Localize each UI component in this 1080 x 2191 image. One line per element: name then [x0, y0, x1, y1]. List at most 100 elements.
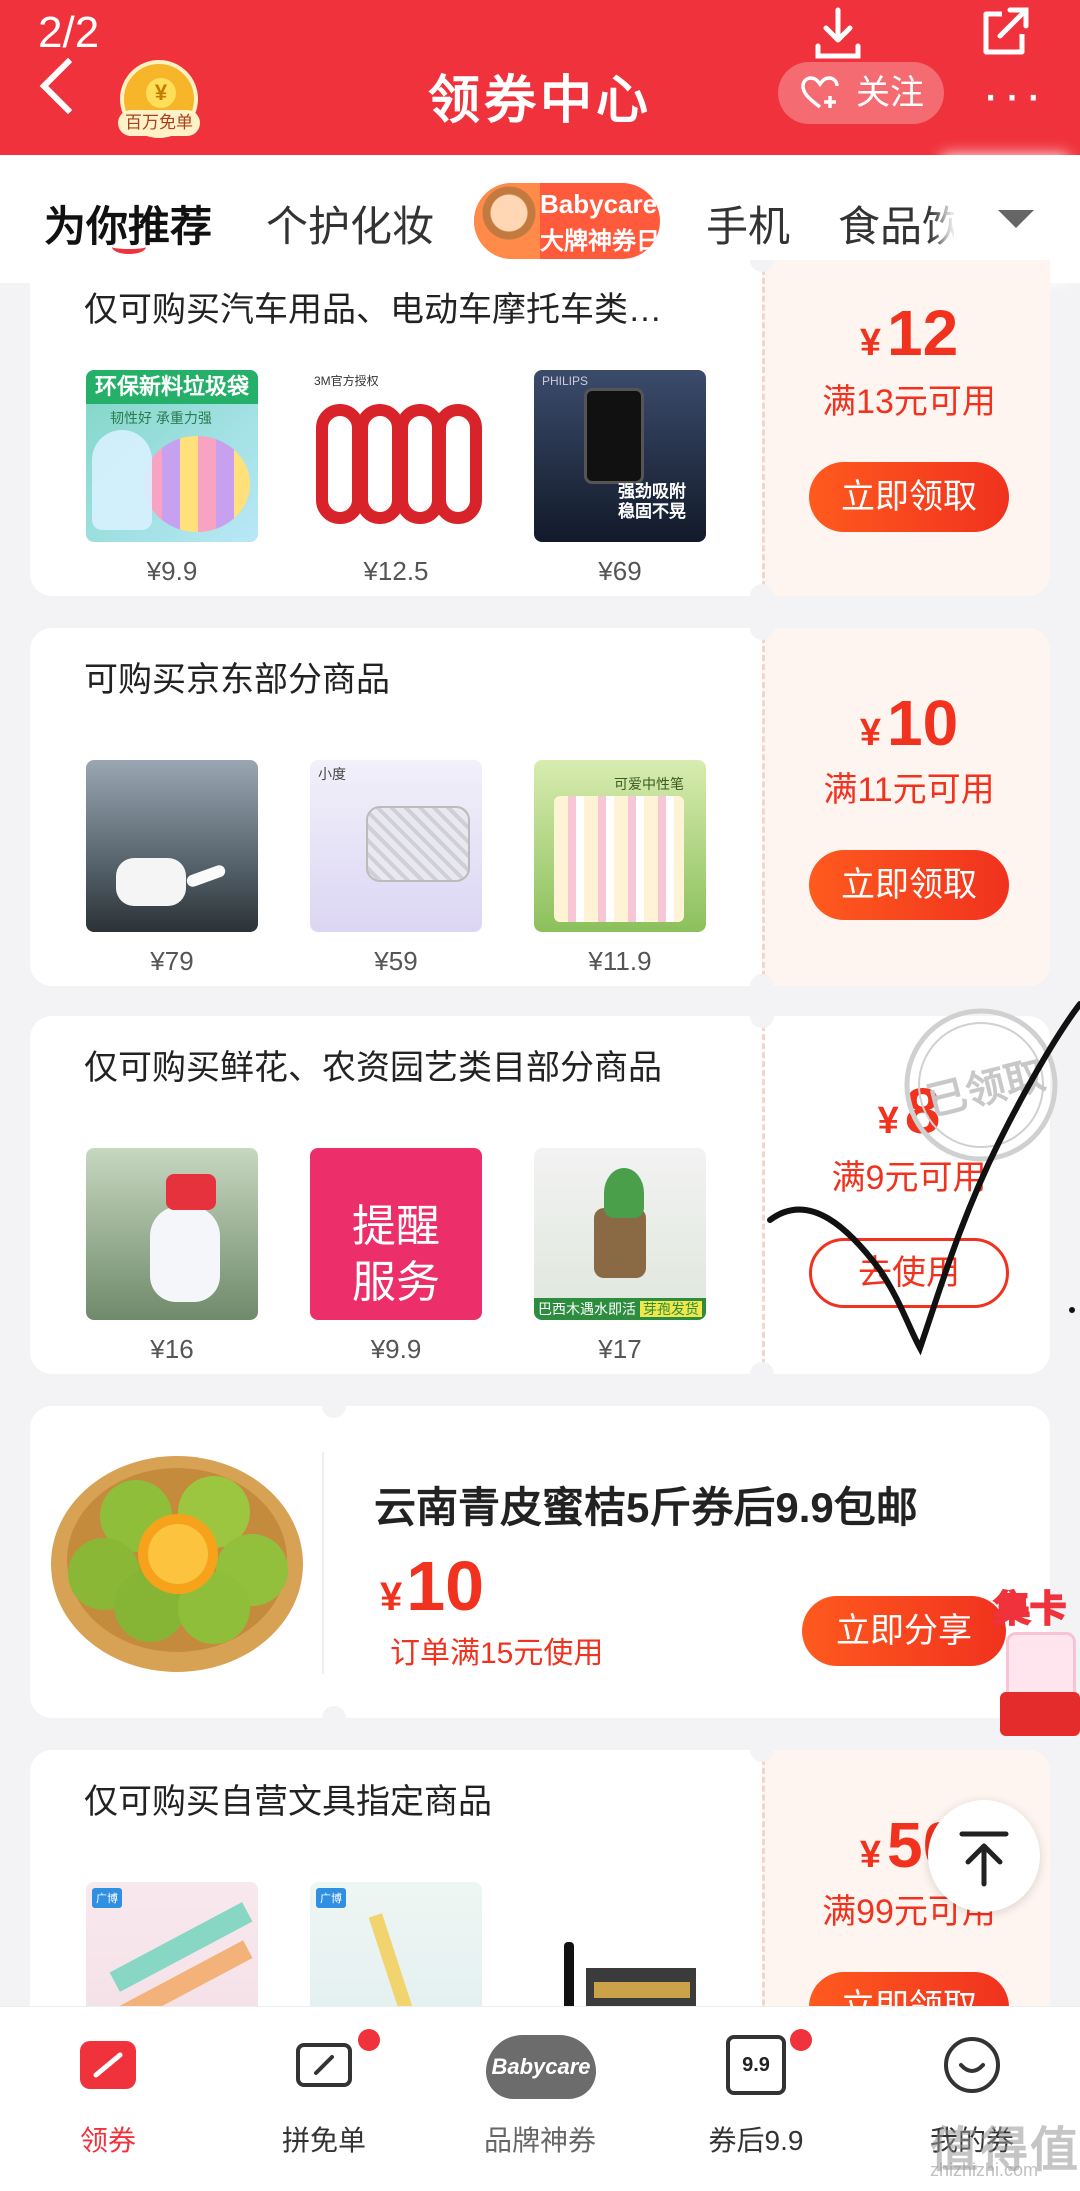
- coupon-card: 可购买京东部分商品 ¥79 小度 ¥59 可爱中性笔 ¥11.9 ¥10 满11…: [30, 628, 1050, 986]
- caption-right: 芽孢发货: [639, 1301, 702, 1317]
- collect-cards-widget[interactable]: 集卡: [993, 1580, 1080, 1740]
- product-price: ¥17: [598, 1334, 642, 1364]
- tab-food[interactable]: 食品饮: [838, 193, 964, 254]
- featured-coupon-card: 云南青皮蜜桔5斤券后9.9包邮 ¥10 订单满15元使用 立即分享: [30, 1394, 1050, 1730]
- product-image[interactable]: 可爱中性笔: [534, 760, 706, 932]
- caption-left: 巴西木遇水即活: [538, 1301, 637, 1317]
- product-price: ¥69: [598, 556, 642, 586]
- coupon-value-panel: ¥12 满13元可用 立即领取: [762, 260, 1050, 596]
- product-brand: 广博: [92, 1888, 122, 1908]
- product-price: ¥79: [150, 946, 194, 976]
- tab-phones[interactable]: 手机: [706, 193, 790, 254]
- nav-group-free[interactable]: 拼免单: [234, 2007, 414, 2191]
- earbud: [185, 863, 227, 889]
- currency-symbol: ¥: [859, 322, 881, 364]
- nav-brand-coupons[interactable]: Babycare 品牌神券: [450, 2007, 630, 2191]
- banner-brand: Babycare: [540, 189, 658, 219]
- coupon-condition: 满13元可用: [822, 383, 996, 421]
- product-price: ¥16: [150, 1334, 194, 1364]
- product-image[interactable]: [86, 760, 258, 932]
- product-image-subcaption: 服务: [352, 1258, 440, 1307]
- coupon-amount: ¥12: [765, 296, 1050, 370]
- amount-value: 10: [406, 1547, 485, 1625]
- product-price: ¥9.9: [146, 556, 198, 586]
- amount-value: 12: [886, 297, 959, 369]
- pens: [554, 796, 684, 922]
- bottom-navigation: 领券 拼免单 Babycare 品牌神券 9.9 券后9.9 我的券: [0, 2006, 1080, 2191]
- claim-button[interactable]: 立即领取: [809, 850, 1009, 920]
- product-image[interactable]: 巴西木遇水即活 芽孢发货: [534, 1148, 706, 1320]
- product-image-caption: 3M官方授权: [314, 374, 379, 388]
- collect-cards-label: 集卡: [993, 1587, 1067, 1630]
- follow-button[interactable]: 关注: [778, 62, 944, 124]
- use-coupon-button[interactable]: 去使用: [809, 1238, 1009, 1308]
- nav-label: 品牌神券: [483, 2125, 596, 2156]
- currency-symbol: ¥: [859, 1834, 881, 1876]
- trash-bag: [92, 430, 152, 530]
- product-image[interactable]: 提醒 服务: [310, 1148, 482, 1320]
- nav-after-coupon-9-9[interactable]: 9.9 券后9.9: [666, 2007, 846, 2191]
- coupon-card: 仅可购买自营文具指定商品 广博 广博 ¥50 满99元可用 立即领取: [30, 1750, 1050, 2050]
- coupon-amount: ¥10: [765, 686, 1050, 760]
- product-brand: PHILIPS: [542, 374, 589, 388]
- nav-label: 券后9.9: [708, 2125, 804, 2156]
- gift-box-icon: [1000, 1692, 1080, 1736]
- heart-plus-icon: [801, 76, 839, 109]
- product-price: ¥59: [374, 946, 418, 976]
- page-counter: 2/2: [38, 8, 100, 57]
- smile-icon: [944, 2037, 1000, 2093]
- trash-bag-rolls: [144, 436, 250, 532]
- product-brand: 广博: [316, 1888, 346, 1908]
- arrow-up-icon: [959, 1831, 1009, 1887]
- child-image: [474, 183, 540, 259]
- featured-condition: 订单满15元使用: [390, 1637, 604, 1670]
- tab-babycare-banner[interactable]: Babycare 大牌神券日: [474, 183, 660, 259]
- tangerine-image[interactable]: [44, 1436, 310, 1676]
- product-image-caption: 提醒: [352, 1202, 440, 1251]
- spray-nozzle: [166, 1174, 216, 1210]
- coupon-condition: 满11元可用: [823, 771, 995, 809]
- chevron-down-icon: [998, 210, 1034, 228]
- claim-button[interactable]: 立即领取: [809, 462, 1009, 532]
- babycare-logo-icon: Babycare: [486, 2035, 596, 2099]
- more-menu-icon[interactable]: ···: [982, 69, 1046, 121]
- share-now-button[interactable]: 立即分享: [802, 1596, 1006, 1666]
- tape-roll: [434, 404, 482, 524]
- coupon-scope: 可购买京东部分商品: [84, 661, 390, 699]
- watermark-url: zhizhizhi.com: [930, 2160, 1039, 2180]
- product-price: ¥9.9: [370, 1334, 422, 1364]
- product-image-caption: 小度: [318, 766, 346, 782]
- coupon-scope: 仅可购买汽车用品、电动车摩托车类…: [84, 291, 662, 329]
- product-image-caption: 可爱中性笔: [614, 776, 684, 792]
- tab-personal-care[interactable]: 个护化妆: [266, 193, 434, 254]
- product-image[interactable]: 3M官方授权: [310, 370, 482, 542]
- nav-label: 拼免单: [281, 2125, 366, 2156]
- divider: [322, 1452, 324, 1674]
- product-image-caption: 环保新料垃圾袋: [86, 370, 258, 404]
- share-icon[interactable]: [976, 4, 1032, 60]
- amount-value: 10: [886, 687, 959, 759]
- notification-dot: [790, 2029, 812, 2051]
- coupon-scope: 仅可购买自营文具指定商品: [84, 1783, 492, 1821]
- product-image[interactable]: 环保新料垃圾袋 韧性好 承重力强: [86, 370, 258, 542]
- ticket-notch: [322, 1394, 346, 1418]
- featured-title: 云南青皮蜜桔5斤券后9.9包邮: [374, 1484, 918, 1531]
- product-image[interactable]: 小度: [310, 760, 482, 932]
- spray-bottle: [150, 1206, 220, 1302]
- nav-coupons[interactable]: 领券: [18, 2007, 198, 2191]
- notification-dot: [358, 2029, 380, 2051]
- ticket-icon: [296, 2043, 352, 2087]
- ticket-notch: [322, 1706, 346, 1730]
- follow-label: 关注: [856, 74, 924, 112]
- price-tag-icon: 9.9: [726, 2035, 786, 2095]
- device: [366, 806, 470, 882]
- product-image[interactable]: [86, 1148, 258, 1320]
- product-image[interactable]: PHILIPS 强劲吸附 稳固不晃: [534, 370, 706, 542]
- claimed-stamp: 已领取: [896, 1000, 1066, 1170]
- plant-stump: [594, 1208, 646, 1278]
- download-icon[interactable]: [812, 6, 864, 62]
- scroll-to-top-button[interactable]: [928, 1800, 1040, 1912]
- banner-subtitle: 大牌神券日: [540, 228, 660, 255]
- product-price: ¥12.5: [363, 556, 429, 586]
- currency-symbol: ¥: [380, 1575, 403, 1619]
